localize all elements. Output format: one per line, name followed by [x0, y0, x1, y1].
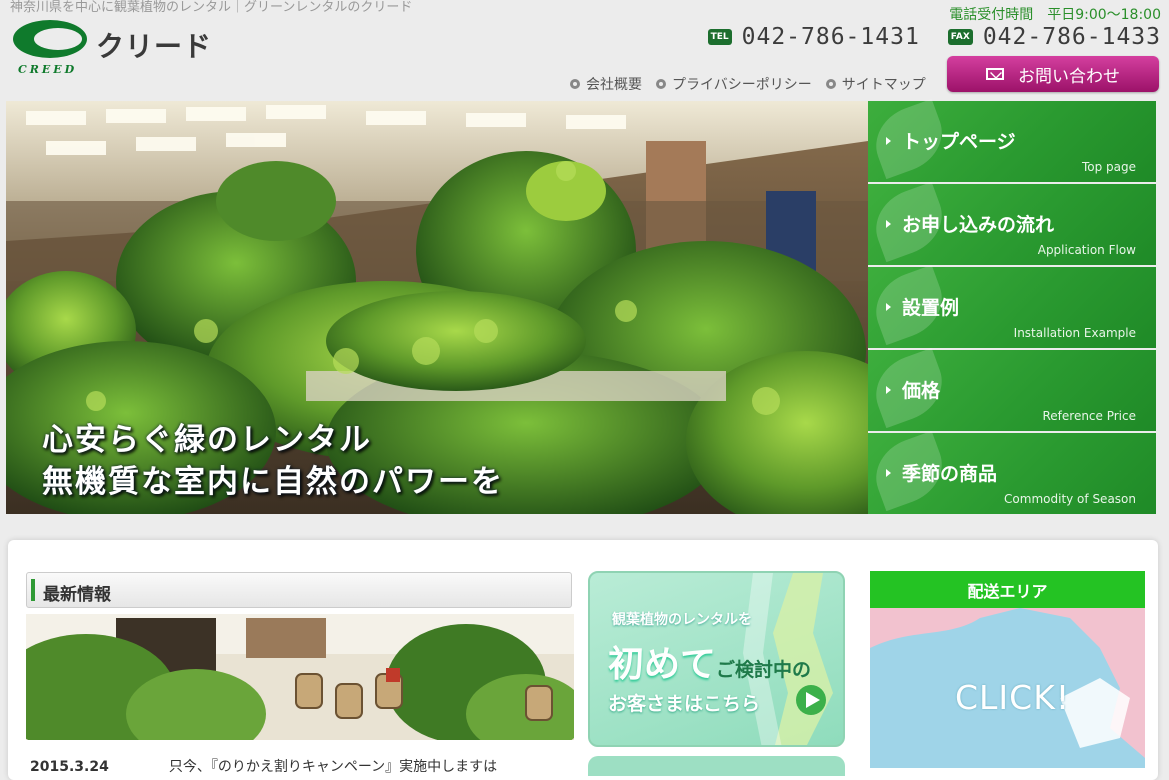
- banner-big-text: 初めてご検討中の: [608, 635, 811, 687]
- mail-icon: [986, 68, 1004, 80]
- link-privacy-label: プライバシーポリシー: [672, 77, 812, 93]
- banner-line1: 観葉植物のレンタルを: [612, 612, 752, 628]
- circle-bullet-icon: [570, 79, 580, 89]
- phone-numbers: TEL 042-786-1431 FAX 042-786-1433: [707, 24, 1161, 50]
- tel-icon: TEL: [707, 29, 732, 45]
- circle-bullet-icon: [656, 79, 666, 89]
- banner-small: ご検討中の: [716, 659, 812, 681]
- nav-label-jp: 季節の商品: [902, 463, 998, 485]
- nav-item-season[interactable]: 季節の商品 Commodity of Season: [865, 430, 1156, 514]
- nav-item-top[interactable]: トップページ Top page: [865, 98, 1156, 182]
- nav-item-price[interactable]: 価格 Reference Price: [865, 347, 1156, 431]
- fax-icon: FAX: [947, 29, 973, 45]
- contact-button[interactable]: お問い合わせ: [947, 56, 1159, 92]
- link-privacy[interactable]: プライバシーポリシー: [656, 74, 812, 94]
- secondary-banner[interactable]: [588, 756, 845, 776]
- arrow-right-circle-icon: [796, 685, 826, 715]
- logo-text: クリード: [96, 30, 213, 63]
- news-title: 最新情報: [43, 585, 111, 605]
- circle-bullet-icon: [825, 79, 836, 89]
- tel-value: 042-786-1431: [741, 24, 920, 50]
- nav-label-en: Commodity of Season: [1004, 492, 1136, 506]
- nav-label-en: Installation Example: [1013, 326, 1136, 340]
- contact-button-label: お問い合わせ: [1018, 66, 1120, 87]
- nav-label-en: Reference Price: [1042, 409, 1136, 423]
- fax-value: 042-786-1433: [982, 24, 1161, 50]
- side-navigation: トップページ Top page お申し込みの流れ Application Flo…: [865, 98, 1156, 514]
- logo[interactable]: クリード CREED: [12, 19, 212, 81]
- logo-mark-icon: [13, 20, 87, 58]
- hero-catch-line1: 心安らぐ緑のレンタル: [42, 422, 372, 458]
- logo-subtext: CREED: [18, 63, 78, 76]
- arrow-right-icon: [886, 220, 891, 228]
- delivery-area-title: 配送エリア: [870, 571, 1145, 608]
- phone-hours: 電話受付時間 平日9:00〜18:00: [935, 4, 1161, 24]
- nav-label-en: Top page: [1081, 160, 1136, 174]
- news-item[interactable]: 2015.3.24 只今、『のりかえ割りキャンペーン』実施中しますは: [30, 756, 497, 776]
- nav-item-flow[interactable]: お申し込みの流れ Application Flow: [865, 181, 1156, 265]
- link-company[interactable]: 会社概要: [570, 74, 642, 94]
- arrow-right-icon: [886, 303, 891, 311]
- top-links: 会社概要 プライバシーポリシー サイトマップ: [570, 74, 926, 94]
- first-time-banner[interactable]: 観葉植物のレンタルを 初めてご検討中の お客さまはこちら: [588, 571, 845, 747]
- nav-label-jp: トップページ: [902, 131, 1016, 153]
- heading-accent-bar: [31, 579, 35, 601]
- news-date: 2015.3.24: [30, 759, 109, 775]
- link-company-label: 会社概要: [586, 77, 642, 93]
- nav-label-en: Application Flow: [1037, 243, 1136, 257]
- link-sitemap-label: サイトマップ: [841, 77, 926, 93]
- delivery-area-click-label: CLICK!: [955, 678, 1071, 717]
- hours-label: 電話受付時間: [949, 7, 1034, 23]
- news-photo: [26, 614, 574, 740]
- banner-line3: お客さまはこちら: [608, 693, 761, 715]
- hours-value: 平日9:00〜18:00: [1047, 7, 1161, 23]
- news-heading: 最新情報: [26, 572, 572, 608]
- nav-label-jp: お申し込みの流れ: [902, 214, 1055, 236]
- tel-number[interactable]: TEL 042-786-1431: [707, 24, 920, 50]
- arrow-right-icon: [886, 469, 891, 477]
- arrow-right-icon: [886, 137, 891, 145]
- fax-number: FAX 042-786-1433: [947, 24, 1161, 50]
- hero-catch-line2: 無機質な室内に自然のパワーを: [42, 464, 504, 500]
- link-sitemap[interactable]: サイトマップ: [825, 74, 926, 94]
- nav-item-installation[interactable]: 設置例 Installation Example: [865, 264, 1156, 348]
- nav-label-jp: 設置例: [902, 297, 960, 319]
- nav-label-jp: 価格: [902, 380, 941, 402]
- site-tagline: 神奈川県を中心に観葉植物のレンタル｜グリーンレンタルのクリード: [10, 0, 413, 15]
- arrow-right-icon: [886, 386, 891, 394]
- news-text: 只今、『のりかえ割りキャンペーン』実施中しますは: [168, 759, 498, 775]
- banner-big: 初めて: [608, 644, 717, 685]
